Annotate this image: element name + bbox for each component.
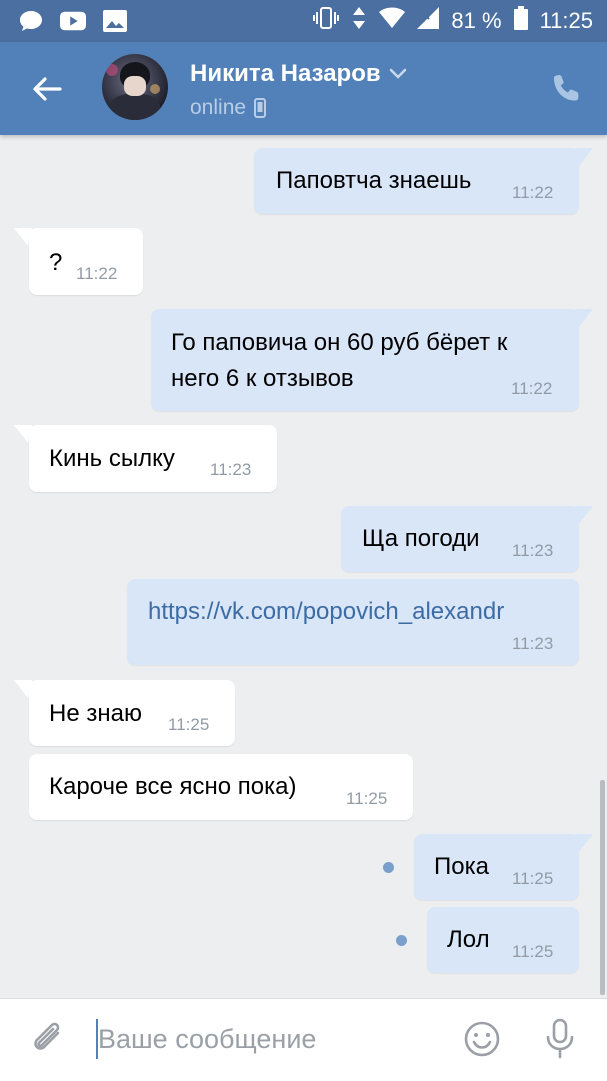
message-time: 11:22: [511, 379, 553, 398]
message-outgoing[interactable]: Ща погоди 11:23: [341, 506, 579, 572]
unread-dot: [383, 862, 394, 873]
message-text: Не знаю: [49, 700, 142, 727]
message-text: Лол: [447, 926, 490, 953]
message-text: Паповтча знаешь: [276, 167, 472, 194]
message-text-line-2: него 6 к отзывов: [171, 365, 354, 392]
paperclip-icon: [34, 1022, 60, 1050]
contact-status: online: [190, 96, 267, 120]
message-time: 11:25: [346, 789, 388, 808]
call-button[interactable]: [551, 72, 583, 104]
attach-button[interactable]: [28, 1019, 68, 1059]
bubble-tail: [575, 506, 593, 524]
youtube-icon: [60, 8, 86, 34]
message-outgoing-link[interactable]: https://vk.com/popovich_alexandr 11:23: [127, 579, 579, 665]
message-incoming[interactable]: Кинь сылку 11:23: [29, 425, 277, 492]
bubble-tail: [575, 309, 593, 327]
message-text: Пока: [434, 853, 489, 880]
microphone-icon: [546, 1018, 574, 1059]
message-text: Кароче все ясно пока): [49, 773, 297, 800]
contact-name: Никита Назаров: [190, 60, 381, 87]
chat-header: Никита Назаров online: [0, 42, 607, 135]
avatar[interactable]: [102, 54, 168, 120]
back-button[interactable]: [30, 72, 64, 106]
message-text-line-1: Го паповича он 60 руб бёрет к: [171, 329, 508, 356]
emoji-button[interactable]: [462, 1019, 502, 1059]
message-text: Кинь сылку: [49, 445, 175, 472]
message-time: 11:22: [76, 264, 118, 283]
gallery-icon: [102, 8, 128, 34]
message-outgoing[interactable]: Пока 11:25: [414, 834, 579, 900]
message-icon: [18, 8, 44, 34]
bubble-tail: [575, 834, 593, 852]
message-time: 11:23: [512, 541, 554, 560]
contact-title[interactable]: Никита Назаров: [190, 60, 407, 88]
voice-message-button[interactable]: [542, 1017, 578, 1061]
battery-percent: 81 %: [451, 8, 502, 33]
battery-icon: [513, 6, 528, 36]
vibrate-icon: [313, 7, 340, 35]
scrollbar[interactable]: [600, 780, 605, 995]
message-link[interactable]: https://vk.com/popovich_alexandr: [148, 594, 504, 630]
message-outgoing[interactable]: Паповтча знаешь 11:22: [254, 148, 579, 214]
message-input-bar: [0, 998, 607, 1081]
message-time: 11:25: [512, 869, 554, 888]
message-outgoing[interactable]: Го паповича он 60 руб бёрет к него 6 к о…: [151, 309, 579, 411]
chevron-down-icon: [389, 68, 406, 79]
message-incoming[interactable]: Не знаю 11:25: [29, 680, 235, 746]
phone-icon: [554, 75, 579, 101]
online-status-text: online: [190, 96, 247, 119]
message-text: Ща погоди: [362, 525, 480, 552]
message-input[interactable]: [98, 1017, 438, 1061]
message-text: ?: [49, 249, 63, 276]
message-incoming[interactable]: ? 11:22: [29, 228, 143, 295]
mobile-icon: [254, 98, 267, 118]
status-bar: 81 % 11:25: [0, 0, 607, 42]
message-time: 11:25: [512, 942, 554, 961]
unread-dot: [396, 935, 407, 946]
status-time: 11:25: [539, 8, 593, 33]
message-incoming[interactable]: Кароче все ясно пока) 11:25: [29, 754, 413, 820]
message-time: 11:25: [168, 715, 210, 734]
wifi-icon: [379, 7, 406, 35]
signal-icon: [417, 7, 440, 35]
arrow-left-icon: [33, 77, 62, 101]
bubble-tail: [575, 148, 593, 166]
message-time: 11:23: [210, 460, 252, 479]
message-time: 11:23: [512, 634, 554, 653]
message-time: 11:22: [512, 183, 554, 202]
smiley-icon: [464, 1021, 500, 1057]
message-outgoing[interactable]: Лол 11:25: [427, 907, 579, 973]
data-arrows-icon: [351, 6, 367, 36]
